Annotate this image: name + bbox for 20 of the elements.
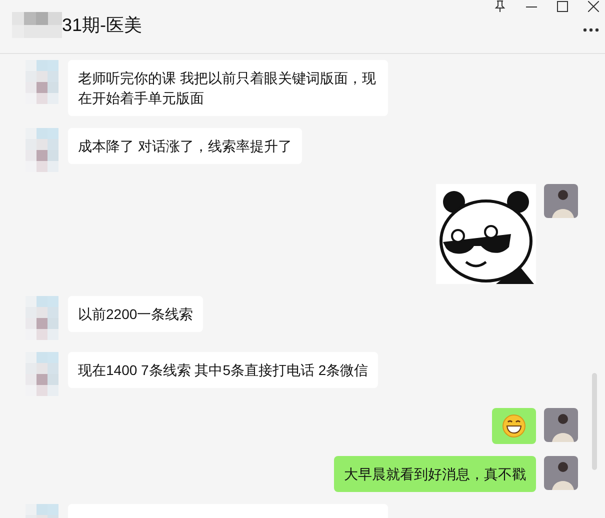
avatar-icon bbox=[544, 456, 578, 490]
close-icon[interactable] bbox=[588, 0, 599, 12]
message-bubble: 大早晨就看到好消息，真不戳 bbox=[334, 456, 536, 492]
message-bubble: 现在1400 7条线索 其中5条直接打电话 2条微信 bbox=[68, 352, 378, 388]
pin-icon[interactable] bbox=[494, 0, 506, 12]
chat-title: 31期-医美 bbox=[62, 14, 142, 37]
maximize-icon[interactable] bbox=[557, 0, 568, 12]
avatar-icon bbox=[24, 128, 60, 172]
message-bubble: 以前2200一条线索 bbox=[68, 296, 204, 332]
more-icon[interactable] bbox=[583, 28, 599, 32]
avatar-icon bbox=[24, 352, 60, 396]
avatar-icon bbox=[12, 12, 62, 38]
avatar-icon bbox=[544, 408, 578, 442]
scrollbar[interactable] bbox=[592, 373, 597, 470]
message-bubble: 老师听完你的课 我把以前只着眼关键词版面，现在开始着手单元版面 bbox=[68, 60, 388, 116]
message-bubble: 成本降了 对话涨了，线索率提升了 bbox=[68, 128, 302, 164]
grinning-emoji-icon bbox=[502, 414, 526, 438]
avatar-icon bbox=[24, 60, 60, 104]
avatar-icon bbox=[544, 184, 578, 218]
avatar-icon bbox=[24, 296, 60, 340]
